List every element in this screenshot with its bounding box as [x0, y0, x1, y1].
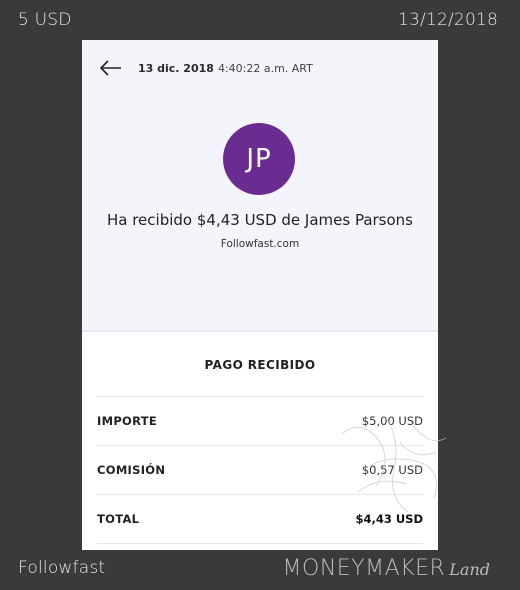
arrow-left-icon: [100, 60, 121, 76]
row-label: TOTAL: [97, 512, 140, 526]
header-bar: 13 dic. 2018 4:40:22 a.m. ART: [100, 58, 313, 78]
section-divider: [82, 330, 438, 332]
source-label: Followfast: [18, 558, 106, 578]
row-label: COMISIÓN: [97, 463, 166, 477]
brand-suffix: Land: [449, 560, 490, 579]
back-button[interactable]: [100, 58, 126, 78]
transaction-date: 13 dic. 2018: [138, 61, 214, 75]
transaction-time: 4:40:22 a.m. ART: [217, 61, 313, 75]
details-title: PAGO RECIBIDO: [204, 358, 316, 372]
row-label: IMPORTE: [97, 414, 158, 428]
watermark-sketch: [341, 417, 447, 513]
received-title: Ha recibido $4,43 USD de James Parsons: [106, 211, 413, 229]
brand-main: MONEYMAKER: [282, 556, 446, 581]
timestamp: 13 dic. 2018 4:40:22 a.m. ART: [138, 62, 313, 75]
merchant-name: Followfast.com: [220, 238, 300, 250]
avatar-initials: JP: [246, 144, 272, 174]
date-label: 13/12/2018: [398, 10, 498, 30]
brand-logo: MONEYMAKER Land: [283, 554, 490, 580]
amount-label: 5 USD: [18, 10, 72, 30]
payment-header: 13 dic. 2018 4:40:22 a.m. ART JP Ha reci…: [82, 40, 438, 330]
avatar: JP: [223, 123, 295, 195]
